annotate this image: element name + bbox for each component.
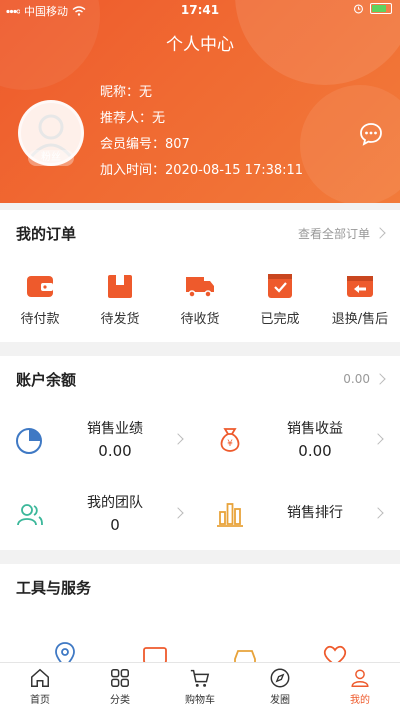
decor-circle bbox=[300, 85, 400, 203]
order-label: 待发货 bbox=[100, 312, 140, 327]
balance-card: 账户余额 0.00 销售业绩 0.00 ¥ 销售收益 0.00 我的团队 0 销… bbox=[0, 356, 400, 550]
orders-card: 我的订单 查看全部订单 待付款 待发货 待收货 已完成 退换/售后 bbox=[0, 210, 400, 342]
view-all-orders-label: 查看全部订单 bbox=[297, 226, 370, 241]
cart-icon bbox=[190, 669, 210, 687]
truck-icon bbox=[186, 277, 214, 298]
return-icon bbox=[347, 276, 373, 297]
tools-title: 工具与服务 bbox=[16, 578, 92, 597]
tab-label: 购物车 bbox=[185, 695, 215, 706]
order-label: 已完成 bbox=[260, 312, 300, 327]
order-pending-shipment[interactable]: 待发货 bbox=[80, 270, 160, 327]
home-icon bbox=[31, 668, 49, 687]
stat-label: 销售收益 bbox=[287, 421, 343, 437]
tab-label: 发圈 bbox=[270, 695, 290, 706]
member-number: 会员编号：807 bbox=[100, 137, 190, 152]
order-label: 待付款 bbox=[20, 312, 60, 327]
profile-info: 昵称：无 推荐人：无 会员编号：807 加入时间：2020-08-15 17:3… bbox=[100, 80, 303, 184]
team-icon bbox=[17, 504, 43, 526]
message-icon[interactable] bbox=[358, 121, 384, 147]
nickname: 昵称：无 bbox=[100, 85, 153, 100]
balance-title: 账户余额 bbox=[16, 370, 77, 389]
stat-sales-income[interactable]: ¥ 销售收益 0.00 bbox=[200, 404, 400, 474]
money-bag-icon: ¥ bbox=[220, 428, 240, 452]
chevron-right-icon bbox=[172, 507, 184, 519]
tab-home[interactable]: 首页 bbox=[0, 663, 80, 710]
order-label: 退换/售后 bbox=[331, 312, 389, 327]
balance-amount: 0.00 bbox=[343, 372, 370, 386]
chevron-right-icon bbox=[374, 227, 386, 239]
alarm-icon bbox=[354, 4, 363, 14]
tools-card: 工具与服务 bbox=[0, 564, 400, 669]
chevron-right-icon bbox=[374, 373, 386, 385]
user-icon bbox=[351, 669, 369, 687]
balance-link[interactable]: 0.00 bbox=[343, 372, 386, 386]
tab-label: 我的 bbox=[350, 695, 370, 706]
order-returns[interactable]: 退换/售后 bbox=[320, 270, 400, 327]
order-label: 待收货 bbox=[180, 312, 220, 327]
fans-badge[interactable]: 粉丝 bbox=[28, 150, 74, 166]
tab-cart[interactable]: 购物车 bbox=[160, 663, 240, 710]
profile-header: 中国移动 17:41 个人中心 粉丝 昵称：无 推荐人：无 会员编号：807 加… bbox=[0, 0, 400, 203]
stat-sales-ranking[interactable]: 销售排行 bbox=[200, 478, 400, 548]
stat-value: 0.00 bbox=[98, 442, 132, 460]
tab-label: 首页 bbox=[30, 695, 50, 706]
chevron-right-icon bbox=[172, 433, 184, 445]
stat-label: 我的团队 bbox=[87, 495, 143, 511]
chevron-right-icon bbox=[372, 507, 384, 519]
order-pending-receipt[interactable]: 待收货 bbox=[160, 270, 240, 327]
tab-category[interactable]: 分类 bbox=[80, 663, 160, 710]
stat-value: 0.00 bbox=[298, 442, 332, 460]
compass-icon bbox=[270, 668, 290, 688]
stat-value: 0 bbox=[110, 516, 120, 534]
tab-moments[interactable]: 发圈 bbox=[240, 663, 320, 710]
check-box-icon bbox=[268, 274, 292, 298]
view-all-orders-link[interactable]: 查看全部订单 bbox=[297, 225, 386, 242]
battery-icon bbox=[370, 3, 392, 14]
stat-label: 销售排行 bbox=[287, 505, 343, 521]
category-icon bbox=[111, 669, 129, 687]
box-icon bbox=[108, 275, 132, 298]
order-pending-payment[interactable]: 待付款 bbox=[0, 270, 80, 327]
status-time: 17:41 bbox=[180, 3, 220, 17]
bottom-tab-bar: 首页 分类 购物车 发圈 我的 bbox=[0, 662, 400, 710]
referrer: 推荐人：无 bbox=[100, 111, 166, 126]
orders-title: 我的订单 bbox=[16, 224, 77, 243]
status-bar: 中国移动 17:41 bbox=[0, 0, 400, 20]
join-time: 加入时间：2020-08-15 17:38:11 bbox=[100, 163, 304, 178]
stat-sales-performance[interactable]: 销售业绩 0.00 bbox=[0, 404, 200, 474]
page-title: 个人中心 bbox=[166, 35, 234, 55]
stat-my-team[interactable]: 我的团队 0 bbox=[0, 478, 200, 548]
stat-label: 销售业绩 bbox=[87, 421, 143, 437]
bar-chart-icon bbox=[217, 503, 243, 527]
tab-mine[interactable]: 我的 bbox=[320, 663, 400, 710]
order-completed[interactable]: 已完成 bbox=[240, 270, 320, 327]
pie-chart-icon bbox=[16, 428, 42, 454]
chevron-right-icon bbox=[372, 433, 384, 445]
svg-text:¥: ¥ bbox=[227, 439, 233, 449]
wallet-icon bbox=[27, 276, 53, 297]
tab-label: 分类 bbox=[110, 695, 130, 706]
order-status-row: 待付款 待发货 待收货 已完成 退换/售后 bbox=[0, 270, 400, 327]
